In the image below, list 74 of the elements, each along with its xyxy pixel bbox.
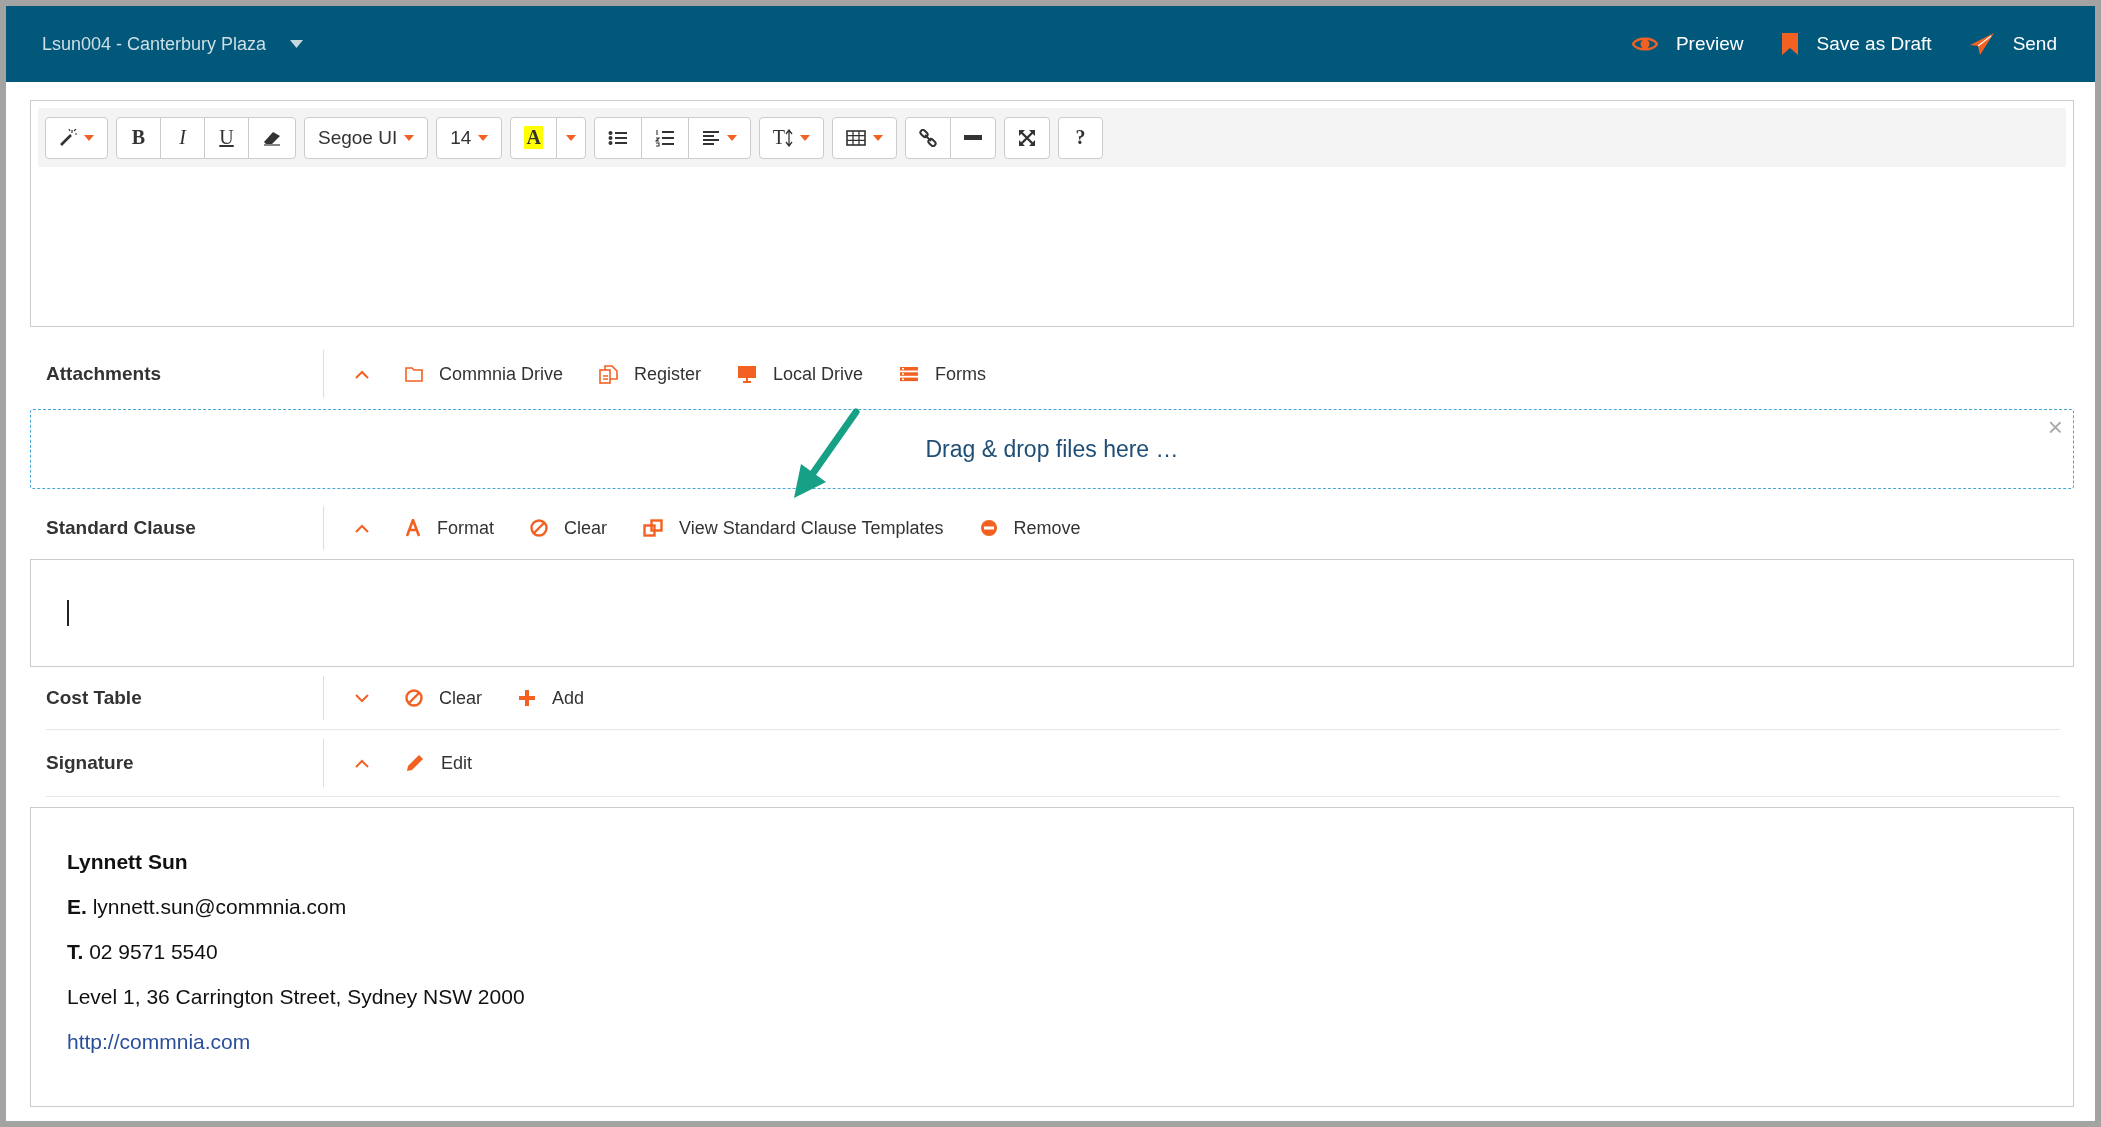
up-down-arrow-icon: [785, 128, 794, 147]
project-title: Lsun004 - Canterbury Plaza: [42, 33, 267, 55]
forms-button[interactable]: Forms: [899, 363, 987, 385]
collapse-button[interactable]: [355, 523, 369, 533]
font-size-dropdown[interactable]: 14: [436, 116, 503, 159]
section-label: Standard Clause: [46, 516, 197, 540]
send-button[interactable]: Send: [1968, 32, 2057, 56]
signature-name: Lynnett Sun: [67, 850, 188, 873]
clear-button[interactable]: Clear: [405, 687, 482, 709]
link-button[interactable]: [905, 116, 952, 159]
section-label: Signature: [46, 751, 135, 775]
monitor-icon: [737, 365, 758, 383]
signature-line: Level 1, 36 Carrington Street, Sydney NSW 2000: [67, 985, 525, 1008]
table-dropdown[interactable]: [832, 116, 898, 159]
bold-button[interactable]: B: [116, 116, 161, 159]
style-button[interactable]: [45, 116, 108, 159]
font-icon: [405, 519, 421, 537]
help-button[interactable]: ?: [1058, 116, 1104, 159]
pencil-icon: [405, 753, 425, 773]
copy-icon: [599, 364, 619, 384]
templates-button[interactable]: View Standard Clause Templates: [643, 517, 944, 539]
numbered-list-button[interactable]: [640, 116, 689, 159]
add-button[interactable]: Add: [518, 687, 585, 709]
caret-icon: [290, 40, 304, 48]
plus-icon: [518, 689, 536, 707]
signature-line: T. 02 9571 5540: [67, 940, 218, 963]
website-link[interactable]: http://commnia.com: [67, 1030, 251, 1053]
section-label: Attachments: [46, 362, 163, 386]
align-dropdown[interactable]: [687, 116, 751, 159]
clear-format-button[interactable]: [248, 116, 296, 159]
section-label: Cost Table: [46, 686, 143, 710]
preview-button[interactable]: Preview: [1631, 33, 1744, 55]
fullscreen-button[interactable]: [1004, 116, 1051, 159]
collapse-button[interactable]: [355, 369, 369, 379]
font-family-dropdown[interactable]: Segoe UI: [304, 116, 429, 159]
color-dropdown-button[interactable]: [555, 116, 586, 159]
line-height-icon: T: [772, 126, 794, 149]
underline-button[interactable]: U: [204, 116, 249, 159]
line-height-dropdown[interactable]: T: [758, 116, 825, 159]
clear-button[interactable]: Clear: [530, 517, 608, 539]
align-icon: [701, 129, 720, 146]
bullet-list-icon: [607, 129, 628, 146]
edit-button[interactable]: Edit: [405, 752, 473, 774]
local-drive-button[interactable]: Local Drive: [737, 363, 864, 385]
italic-button[interactable]: I: [160, 116, 205, 159]
ban-icon: [405, 689, 423, 707]
format-button[interactable]: Format: [405, 517, 494, 539]
drop-zone-text: Drag & drop files here …: [925, 435, 1179, 463]
caret-icon: [565, 134, 576, 141]
fullscreen-icon: [1018, 128, 1037, 147]
register-button[interactable]: Register: [599, 363, 702, 385]
minus-circle-icon: [979, 519, 998, 537]
horizontal-rule-button[interactable]: [950, 116, 997, 159]
bullet-list-button[interactable]: [593, 116, 642, 159]
highlight-button[interactable]: A: [510, 116, 557, 159]
paper-plane-icon: [1968, 32, 1995, 56]
table-icon: [846, 129, 867, 146]
squares-icon: [643, 519, 664, 537]
list-icon: [899, 366, 920, 382]
ban-icon: [530, 519, 548, 537]
numbered-list-icon: [654, 128, 675, 147]
eye-icon: [1631, 35, 1658, 53]
magic-wand-icon: [59, 128, 77, 147]
save-draft-button[interactable]: Save as Draft: [1780, 32, 1932, 56]
eraser-icon: [262, 129, 282, 146]
drive-button[interactable]: Commnia Drive: [405, 363, 564, 385]
minus-icon: [964, 134, 983, 141]
remove-button[interactable]: Remove: [979, 517, 1081, 539]
collapse-button[interactable]: [355, 758, 369, 768]
bookmark-icon: [1780, 32, 1799, 56]
link-icon: [919, 128, 938, 147]
folder-icon: [405, 366, 423, 382]
expand-button[interactable]: [355, 693, 369, 703]
signature-line: E. lynnett.sun@commnia.com: [67, 895, 347, 918]
